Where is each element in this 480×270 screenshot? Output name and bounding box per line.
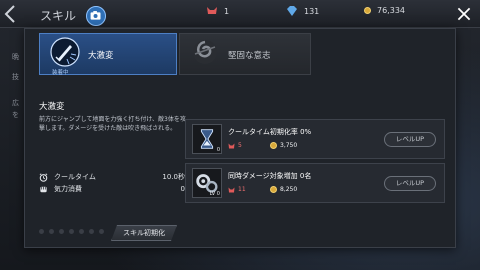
swirl-emblem-icon — [193, 40, 217, 64]
tab-skill-active[interactable]: 大激変 装着中 — [39, 33, 177, 76]
upgrade-target-increase: LV 0 同時ダメージ対象増加 0名 11 8,250 レベルUP — [185, 163, 445, 203]
upgrade-level: 0 — [216, 147, 220, 153]
token-cost: 5 — [228, 142, 242, 149]
crystal-icon — [287, 6, 297, 16]
skill-tabs: 大激変 装着中 堅固な意志 — [33, 33, 453, 76]
stat-label: クールタイム — [54, 173, 96, 181]
close-button[interactable] — [454, 4, 474, 24]
level-dot — [79, 229, 84, 234]
upgrade-icon-slot: 0 — [192, 124, 222, 154]
gold-coin-icon — [270, 142, 277, 149]
tab-label: 堅固な意志 — [228, 51, 271, 61]
gold-cost: 8,250 — [270, 186, 297, 193]
gold-coin-icon — [364, 7, 371, 14]
stat-energy: 気力消費 0 — [39, 184, 185, 194]
token-cost: 11 — [228, 186, 246, 193]
skill-name: 大激変 — [39, 102, 65, 112]
level-dot — [99, 229, 104, 234]
fist-icon — [40, 186, 47, 192]
sword-emblem-icon — [50, 37, 80, 67]
background-text: 晩 — [12, 53, 19, 61]
level-dot — [49, 229, 54, 234]
skill-description: 前方にジャンプして地面を力強く打ち付け、敵3体を攻撃します。ダメージを受けた敵は… — [39, 116, 186, 132]
level-dot — [69, 229, 74, 234]
back-arrow-icon[interactable] — [4, 4, 32, 24]
background-text: を — [12, 111, 19, 119]
equipped-status: 装着中 — [52, 70, 69, 76]
level-dot — [89, 229, 94, 234]
background-text: 技 — [12, 73, 19, 81]
resource-gold: 76,334 — [364, 6, 405, 15]
skill-level-dots — [39, 229, 104, 234]
upgrade-name: 同時ダメージ対象増加 0名 — [228, 172, 312, 180]
upgrade-level: LV 0 — [209, 191, 220, 197]
upgrade-cooldown-reset: 0 クールタイム初期化率 0% 5 3,750 レベルUP — [185, 119, 445, 159]
top-bar: スキル 1 131 76,334 — [0, 0, 480, 28]
demon-token-icon — [207, 7, 217, 14]
gold-coin-icon — [270, 186, 277, 193]
level-up-button[interactable]: レベルUP — [384, 132, 436, 147]
resource-crystal: 131 — [286, 6, 319, 16]
camera-icon — [90, 11, 101, 20]
close-icon — [457, 7, 471, 21]
camera-button[interactable] — [86, 6, 106, 26]
level-dot — [39, 229, 44, 234]
demon-token-icon — [228, 143, 235, 148]
tab-label: 大激変 — [88, 51, 114, 61]
background-text: 広 — [12, 99, 19, 107]
screen-title: スキル — [40, 9, 77, 23]
upgrade-icon-slot: LV 0 — [192, 168, 222, 198]
upgrade-name: クールタイム初期化率 0% — [228, 128, 312, 136]
skill-panel: 大激変 装着中 堅固な意志 大激変 前方にジャンプして地面を力強く打ち付け、敵3… — [24, 28, 456, 248]
stat-cooldown: クールタイム 10.0秒 — [39, 172, 185, 182]
level-dot — [59, 229, 64, 234]
stat-value: 10.0秒 — [162, 173, 185, 181]
demon-token-icon — [228, 187, 235, 192]
gold-cost: 3,750 — [270, 142, 297, 149]
alarm-clock-icon — [39, 172, 48, 182]
level-up-button[interactable]: レベルUP — [384, 176, 436, 191]
resource-demon-token: 1 — [206, 6, 229, 16]
skill-reset-button[interactable]: スキル初期化 — [111, 225, 177, 241]
stat-label: 気力消費 — [54, 185, 82, 193]
tab-skill-inactive[interactable]: 堅固な意志 — [179, 33, 311, 75]
